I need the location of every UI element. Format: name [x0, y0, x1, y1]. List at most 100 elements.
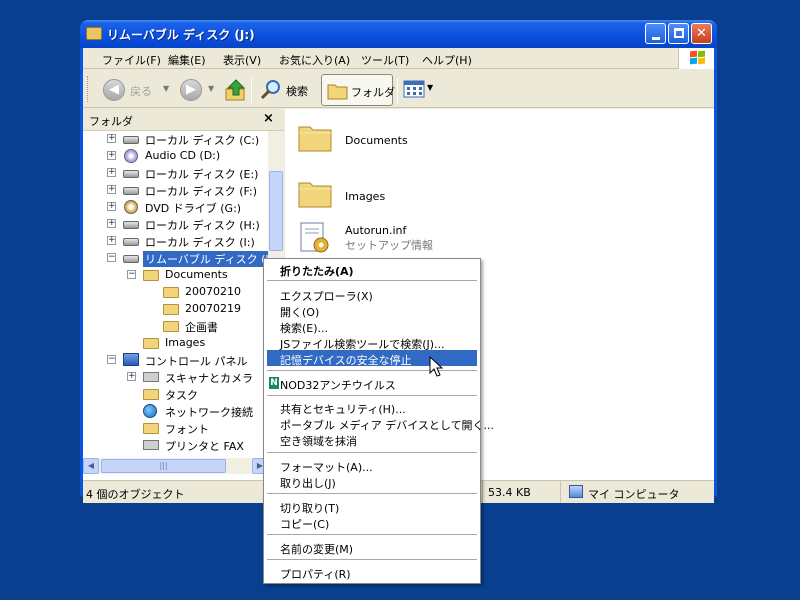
menu-item-properties[interactable]: プロパティ(R): [267, 564, 477, 581]
status-size-cell: 53.4 KB: [483, 481, 561, 503]
folder-pane-header: フォルダ ×: [83, 109, 284, 131]
menu-item-open[interactable]: 開く(O): [267, 302, 477, 319]
file-name: Images: [345, 190, 386, 203]
menu-favorites[interactable]: お気に入り(A): [279, 52, 350, 68]
menu-item-explore[interactable]: エクスプローラ(X): [267, 286, 477, 303]
menu-item-cut[interactable]: 切り取り(T): [267, 498, 477, 515]
cd-icon: [124, 149, 138, 163]
tree-item-label: フォント: [165, 423, 209, 436]
setup-info-icon: [300, 222, 329, 253]
folders-button[interactable]: フォルダ: [321, 74, 395, 106]
forward-dropdown-icon[interactable]: ▼: [208, 84, 214, 93]
maximize-button[interactable]: [668, 23, 689, 44]
drive-icon: [123, 187, 139, 195]
expand-icon[interactable]: +: [107, 151, 116, 160]
expand-icon[interactable]: +: [107, 236, 116, 245]
status-size: 53.4 KB: [488, 486, 531, 499]
scroll-left-icon[interactable]: ◀: [83, 458, 99, 474]
menu-item-eject[interactable]: 取り出し(J): [267, 473, 477, 490]
expand-icon[interactable]: +: [127, 372, 136, 381]
expand-icon[interactable]: +: [107, 134, 116, 143]
menu-item-search[interactable]: 検索(E)...: [267, 318, 477, 335]
collapse-icon[interactable]: −: [107, 355, 116, 364]
collapse-icon[interactable]: −: [107, 253, 116, 262]
folder-icon: [327, 84, 348, 100]
search-label: 検索: [286, 85, 308, 98]
file-type: セットアップ情報: [345, 239, 433, 252]
back-button-label[interactable]: 戻る: [130, 83, 152, 99]
scanner-icon: [143, 372, 159, 382]
collapse-icon[interactable]: −: [127, 270, 136, 279]
folder-icon: [163, 321, 179, 332]
nod32-icon: N: [269, 377, 279, 389]
title-bar[interactable]: リムーバブル ディスク (J:) ✕: [80, 20, 717, 48]
menu-item-copy[interactable]: コピー(C): [267, 514, 477, 531]
toolbar: ◀ 戻る ▼ ▶ ▼ 検索 フォルダ ▼: [83, 70, 714, 108]
menu-item-rename[interactable]: 名前の変更(M): [267, 539, 477, 556]
search-icon: [260, 80, 280, 100]
forward-icon[interactable]: ▶: [180, 79, 202, 101]
file-name: Autorun.inf: [345, 224, 407, 237]
tree-item-label: タスク: [165, 389, 198, 402]
status-object-count: 4 個のオブジェクト: [86, 488, 185, 501]
tree-horizontal-scrollbar[interactable]: ◀ ||| ▶: [83, 458, 268, 474]
toolbar-separator: [397, 78, 398, 104]
menu-item-format[interactable]: フォーマット(A)...: [267, 457, 477, 474]
expand-icon[interactable]: +: [107, 168, 116, 177]
menu-view[interactable]: 表示(V): [223, 52, 261, 68]
menu-item-label: 記憶デバイスの安全な停止: [280, 354, 412, 367]
scrollbar-thumb[interactable]: [269, 171, 283, 251]
menu-tools[interactable]: ツール(T): [361, 52, 409, 68]
menu-item-label: NOD32アンチウイルス: [280, 379, 396, 392]
maximize-icon: [673, 28, 684, 38]
close-icon: ✕: [696, 26, 707, 41]
folder-icon: [143, 270, 159, 281]
folder-icon: [143, 338, 159, 349]
menu-separator: [267, 280, 477, 281]
menu-item-collapse[interactable]: 折りたたみ(A): [267, 261, 477, 278]
close-pane-icon[interactable]: ×: [263, 111, 274, 126]
menu-edit[interactable]: 編集(E): [168, 52, 206, 68]
tree-item-label: Documents: [165, 268, 228, 281]
minimize-button[interactable]: [645, 23, 666, 44]
menu-item-label: 折りたたみ(A): [280, 265, 354, 278]
status-location: マイ コンピュータ: [588, 488, 680, 501]
menu-file[interactable]: ファイル(F): [102, 52, 161, 68]
menu-item-label: 取り出し(J): [280, 477, 336, 490]
folder-tree: + ローカル ディスク (C:) + Audio CD (D:) + ローカル ディス…: [83, 131, 268, 458]
menu-separator: [267, 534, 477, 535]
close-button[interactable]: ✕: [691, 23, 712, 44]
menu-item-nod32[interactable]: N NOD32アンチウイルス: [267, 375, 477, 392]
views-dropdown-icon[interactable]: ▼: [427, 83, 433, 92]
expand-icon[interactable]: +: [107, 219, 116, 228]
menu-bar: ファイル(F) 編集(E) 表示(V) お気に入り(A) ツール(T) ヘルプ(…: [83, 48, 714, 69]
menu-item-wipe-free-space[interactable]: 空き領域を抹消: [267, 431, 477, 448]
search-button[interactable]: 検索: [258, 77, 318, 103]
windows-logo-icon: [678, 48, 714, 69]
tree-item-label: ローカル ディスク (I:): [145, 236, 255, 249]
dvd-icon: [124, 200, 138, 214]
toolbar-grip[interactable]: [87, 76, 90, 102]
views-button[interactable]: ▼: [403, 79, 437, 101]
folder-icon: [143, 389, 159, 400]
tree-item-label: Images: [165, 336, 206, 349]
expand-icon[interactable]: +: [107, 202, 116, 211]
scrollbar-thumb[interactable]: |||: [101, 459, 226, 473]
tree-item-label: ローカル ディスク (C:): [145, 134, 260, 147]
up-folder-icon[interactable]: [224, 78, 248, 102]
window-title: リムーバブル ディスク (J:): [107, 28, 255, 42]
tree-item-label: ローカル ディスク (H:): [145, 219, 260, 232]
expand-icon[interactable]: +: [107, 185, 116, 194]
menu-item-js-search[interactable]: JSファイル検索ツールで検索(J)...: [267, 334, 477, 351]
control-panel-icon: [123, 353, 139, 366]
folder-icon: [86, 27, 102, 40]
menu-item-safely-remove[interactable]: 記憶デバイスの安全な停止: [267, 350, 477, 367]
removable-drive-icon: [123, 255, 139, 263]
drive-icon: [123, 136, 139, 144]
back-icon[interactable]: ◀: [103, 79, 125, 101]
mouse-cursor-icon: [429, 356, 443, 377]
menu-help[interactable]: ヘルプ(H): [422, 52, 472, 68]
menu-item-sharing[interactable]: 共有とセキュリティ(H)...: [267, 399, 477, 416]
menu-item-portable-media[interactable]: ポータブル メディア デバイスとして開く...: [267, 415, 494, 432]
back-dropdown-icon[interactable]: ▼: [163, 84, 169, 93]
